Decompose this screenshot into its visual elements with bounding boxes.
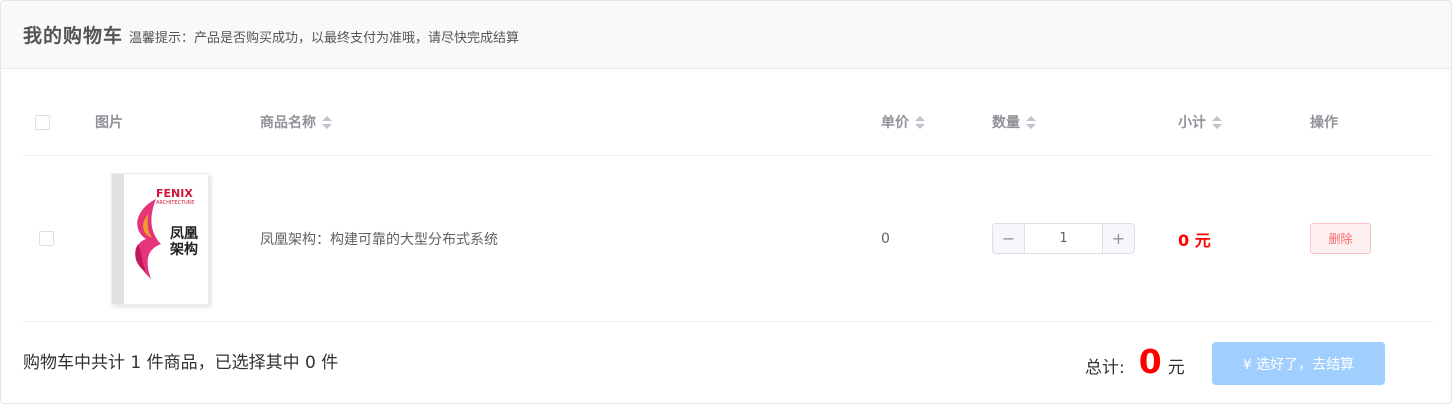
increase-button[interactable]: + bbox=[1102, 224, 1134, 253]
column-label-quantity: 数量 bbox=[992, 115, 1020, 131]
quantity-input[interactable]: 1 bbox=[1025, 224, 1102, 253]
row-checkbox[interactable] bbox=[39, 231, 54, 246]
actions-cell: 删除 bbox=[1310, 156, 1371, 321]
sort-caret-icon[interactable] bbox=[915, 115, 925, 129]
total-label: 总计: bbox=[1085, 358, 1125, 378]
row-select-cell bbox=[39, 156, 54, 321]
product-image-cell: FENIX ARCHITECTURE 凤凰 架构 bbox=[111, 156, 209, 321]
product-name[interactable]: 凤凰架构：构建可靠的大型分布式系统 bbox=[260, 229, 498, 249]
select-all-cell bbox=[35, 89, 50, 155]
phoenix-illustration bbox=[135, 198, 161, 279]
subtotal-cell: 0 元 bbox=[1178, 156, 1211, 321]
cart-hint: 温馨提示：产品是否购买成功，以最终支付为准哦，请尽快完成结算 bbox=[129, 31, 520, 46]
cart-header: 我的购物车 温馨提示：产品是否购买成功，以最终支付为准哦，请尽快完成结算 bbox=[1, 1, 1451, 69]
book-spine bbox=[112, 173, 124, 304]
quantity-stepper: − 1 + bbox=[992, 223, 1135, 254]
select-all-checkbox[interactable] bbox=[35, 114, 50, 130]
sort-caret-icon[interactable] bbox=[1212, 115, 1222, 129]
cart-table: 图片 商品名称 单价 数量 小计 操作 FENIX ARCHITECTURE 凤… bbox=[23, 89, 1433, 322]
delete-button[interactable]: 删除 bbox=[1310, 223, 1371, 254]
page-title: 我的购物车 bbox=[23, 25, 124, 47]
shopping-cart-card: 我的购物车 温馨提示：产品是否购买成功，以最终支付为准哦，请尽快完成结算 图片 … bbox=[0, 0, 1452, 404]
table-header: 图片 商品名称 单价 数量 小计 操作 bbox=[23, 89, 1433, 156]
decrease-button[interactable]: − bbox=[993, 224, 1025, 253]
book-title-line1: 凤凰 bbox=[170, 225, 198, 242]
price-cell: 0 bbox=[881, 156, 890, 321]
column-header-quantity[interactable]: 数量 bbox=[992, 89, 1036, 155]
book-brand: FENIX bbox=[156, 186, 193, 200]
table-row: FENIX ARCHITECTURE 凤凰 架构 凤凰架构：构建可靠的大型分布式… bbox=[23, 156, 1433, 322]
total-amount: 0 bbox=[1138, 342, 1162, 381]
column-header-price[interactable]: 单价 bbox=[881, 89, 925, 155]
book-title-line2: 架构 bbox=[170, 241, 198, 258]
book-cover-image[interactable]: FENIX ARCHITECTURE 凤凰 架构 bbox=[111, 172, 209, 305]
column-label-price: 单价 bbox=[881, 115, 909, 131]
product-name-cell: 凤凰架构：构建可靠的大型分布式系统 bbox=[260, 156, 498, 321]
unit-price: 0 bbox=[881, 230, 890, 247]
total-unit: 元 bbox=[1167, 358, 1185, 378]
column-label-subtotal: 小计 bbox=[1178, 115, 1206, 131]
cart-footer: 购物车中共计 1 件商品，已选择其中 0 件 总计: 0 元 ¥ 选好了，去结算 bbox=[23, 342, 1433, 387]
column-header-subtotal[interactable]: 小计 bbox=[1178, 89, 1222, 155]
sort-caret-icon[interactable] bbox=[322, 115, 332, 129]
cart-summary: 购物车中共计 1 件商品，已选择其中 0 件 bbox=[23, 353, 339, 373]
cart-total: 总计: 0 元 bbox=[1085, 342, 1185, 387]
sort-caret-icon[interactable] bbox=[1026, 115, 1036, 129]
column-header-image: 图片 bbox=[95, 89, 123, 155]
column-header-name[interactable]: 商品名称 bbox=[260, 89, 332, 155]
column-label-name: 商品名称 bbox=[260, 115, 316, 131]
book-title-text: 凤凰 架构 bbox=[170, 226, 198, 258]
checkout-button[interactable]: ¥ 选好了，去结算 bbox=[1212, 342, 1385, 385]
book-brand-sub: ARCHITECTURE bbox=[156, 199, 195, 206]
column-label-image: 图片 bbox=[95, 115, 123, 131]
row-subtotal: 0 元 bbox=[1178, 230, 1211, 250]
column-label-actions: 操作 bbox=[1310, 115, 1338, 131]
quantity-cell: − 1 + bbox=[992, 156, 1135, 321]
column-header-actions: 操作 bbox=[1310, 89, 1338, 155]
